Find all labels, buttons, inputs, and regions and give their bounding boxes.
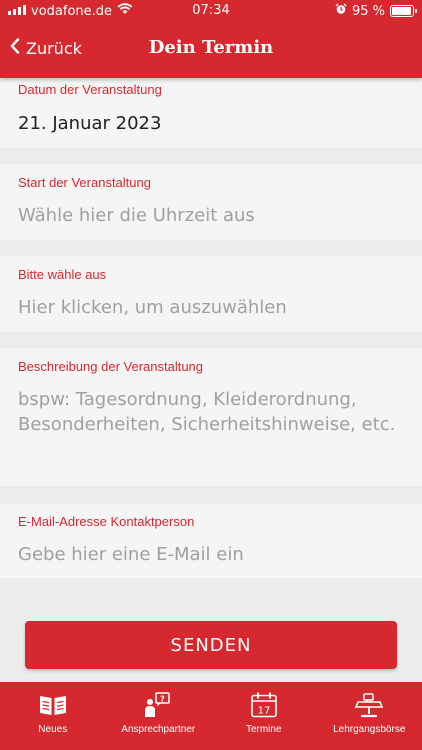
- tab-label-lehrgangsboerse: Lehrgangsbörse: [333, 724, 406, 735]
- svg-text:?: ?: [160, 695, 165, 704]
- select-placeholder: Hier klicken, um auszuwählen: [18, 297, 287, 318]
- date-label: Datum der Veranstaltung: [18, 82, 162, 97]
- contact-person-icon: ?: [143, 692, 173, 724]
- tab-bar: Neues ? Ansprechpartner 17 Termine Lehrg…: [0, 682, 422, 750]
- calendar-icon: 17: [249, 692, 279, 724]
- tab-label-neues: Neues: [38, 724, 68, 735]
- start-time-label: Start der Veranstaltung: [18, 175, 151, 190]
- description-label: Beschreibung der Veranstaltung: [18, 359, 204, 374]
- form-content: Datum der Veranstaltung 21. Januar 2023 …: [0, 78, 422, 682]
- header: vodafone.de 07:34 95 % Zurück Dein Termi…: [0, 0, 422, 78]
- calendar-day: 17: [257, 706, 270, 717]
- page-title: Dein Termin: [148, 37, 274, 58]
- description-field[interactable]: Beschreibung der Veranstaltung bspw: Tag…: [0, 348, 422, 486]
- tab-neues[interactable]: Neues: [0, 682, 106, 750]
- book-icon: [38, 692, 68, 724]
- email-label: E-Mail-Adresse Kontaktperson: [18, 514, 195, 529]
- battery-percent: 95 %: [351, 3, 385, 19]
- lectern-icon: [354, 692, 384, 724]
- status-bar: vodafone.de 07:34 95 %: [0, 0, 422, 22]
- tab-label-ansprechpartner: Ansprechpartner: [121, 724, 196, 735]
- email-field[interactable]: E-Mail-Adresse Kontaktperson Gebe hier e…: [0, 504, 422, 578]
- select-label: Bitte wähle aus: [18, 267, 107, 282]
- tab-lehrgangsboerse[interactable]: Lehrgangsbörse: [317, 682, 422, 750]
- start-time-field[interactable]: Start der Veranstaltung Wähle hier die U…: [0, 164, 422, 240]
- description-placeholder: bspw: Tagesordnung, Kleiderordnung, Beso…: [18, 389, 396, 435]
- date-field[interactable]: Datum der Veranstaltung 21. Januar 2023: [0, 78, 422, 148]
- tab-ansprechpartner[interactable]: ? Ansprechpartner: [106, 682, 212, 750]
- tab-termine[interactable]: 17 Termine: [211, 682, 317, 750]
- alarm-icon: [335, 3, 347, 19]
- battery-icon: [390, 5, 417, 17]
- email-placeholder: Gebe hier eine E-Mail ein: [18, 544, 244, 565]
- select-field[interactable]: Bitte wähle aus Hier klicken, um auszuwä…: [0, 256, 422, 332]
- date-value: 21. Januar 2023: [18, 113, 162, 134]
- send-button[interactable]: SENDEN: [25, 621, 397, 669]
- tab-label-termine: Termine: [245, 724, 282, 735]
- start-time-placeholder: Wähle hier die Uhrzeit aus: [18, 205, 255, 226]
